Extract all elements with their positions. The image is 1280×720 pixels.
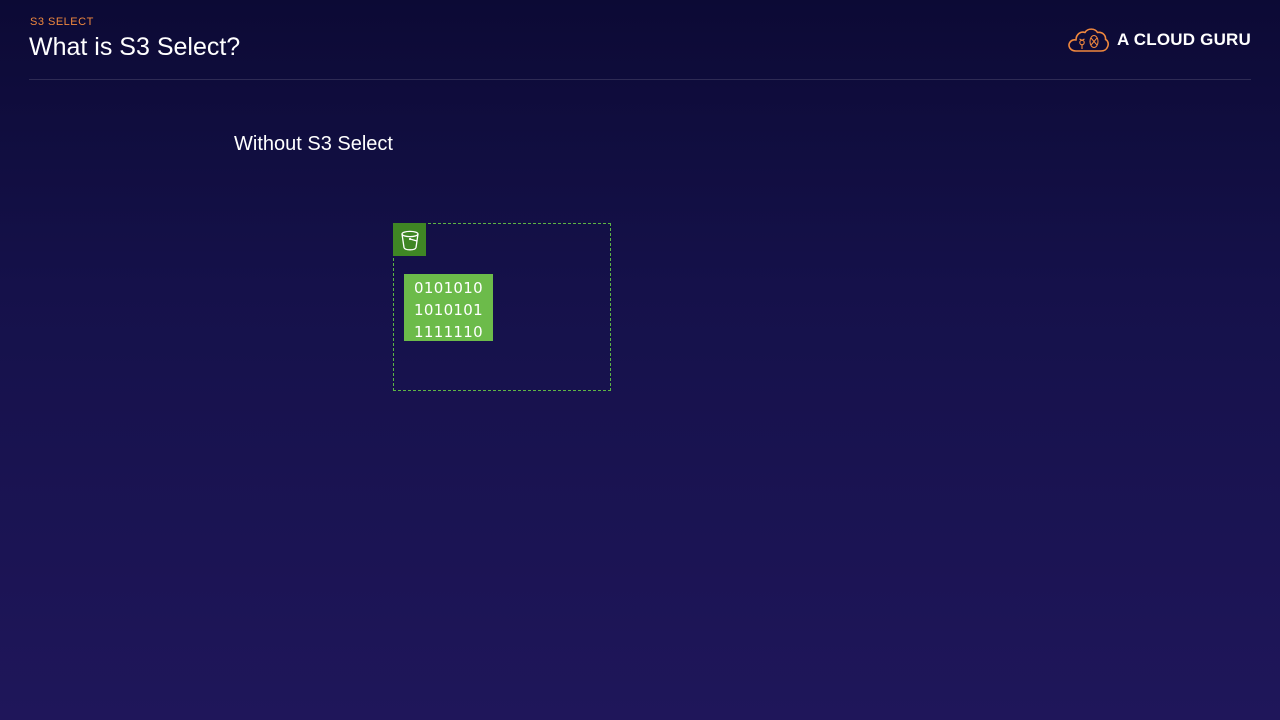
header-divider [29, 79, 1251, 80]
brand-name: A CLOUD GURU [1117, 30, 1251, 49]
s3-bucket-badge [393, 223, 426, 256]
brand-logo: A CLOUD GURU [1067, 24, 1251, 56]
s3-bucket-icon [400, 230, 419, 250]
cloud-logo-icon [1068, 28, 1110, 52]
data-object: 0101010 1010101 1111110 [404, 274, 493, 341]
data-object-line: 1010101 [414, 301, 483, 319]
data-object-line: 1111110 [414, 323, 483, 341]
data-object-line: 0101010 [414, 279, 483, 297]
section-heading: Without S3 Select [234, 133, 393, 155]
slide-eyebrow: S3 SELECT [30, 16, 94, 28]
slide-title: What is S3 Select? [29, 33, 241, 61]
